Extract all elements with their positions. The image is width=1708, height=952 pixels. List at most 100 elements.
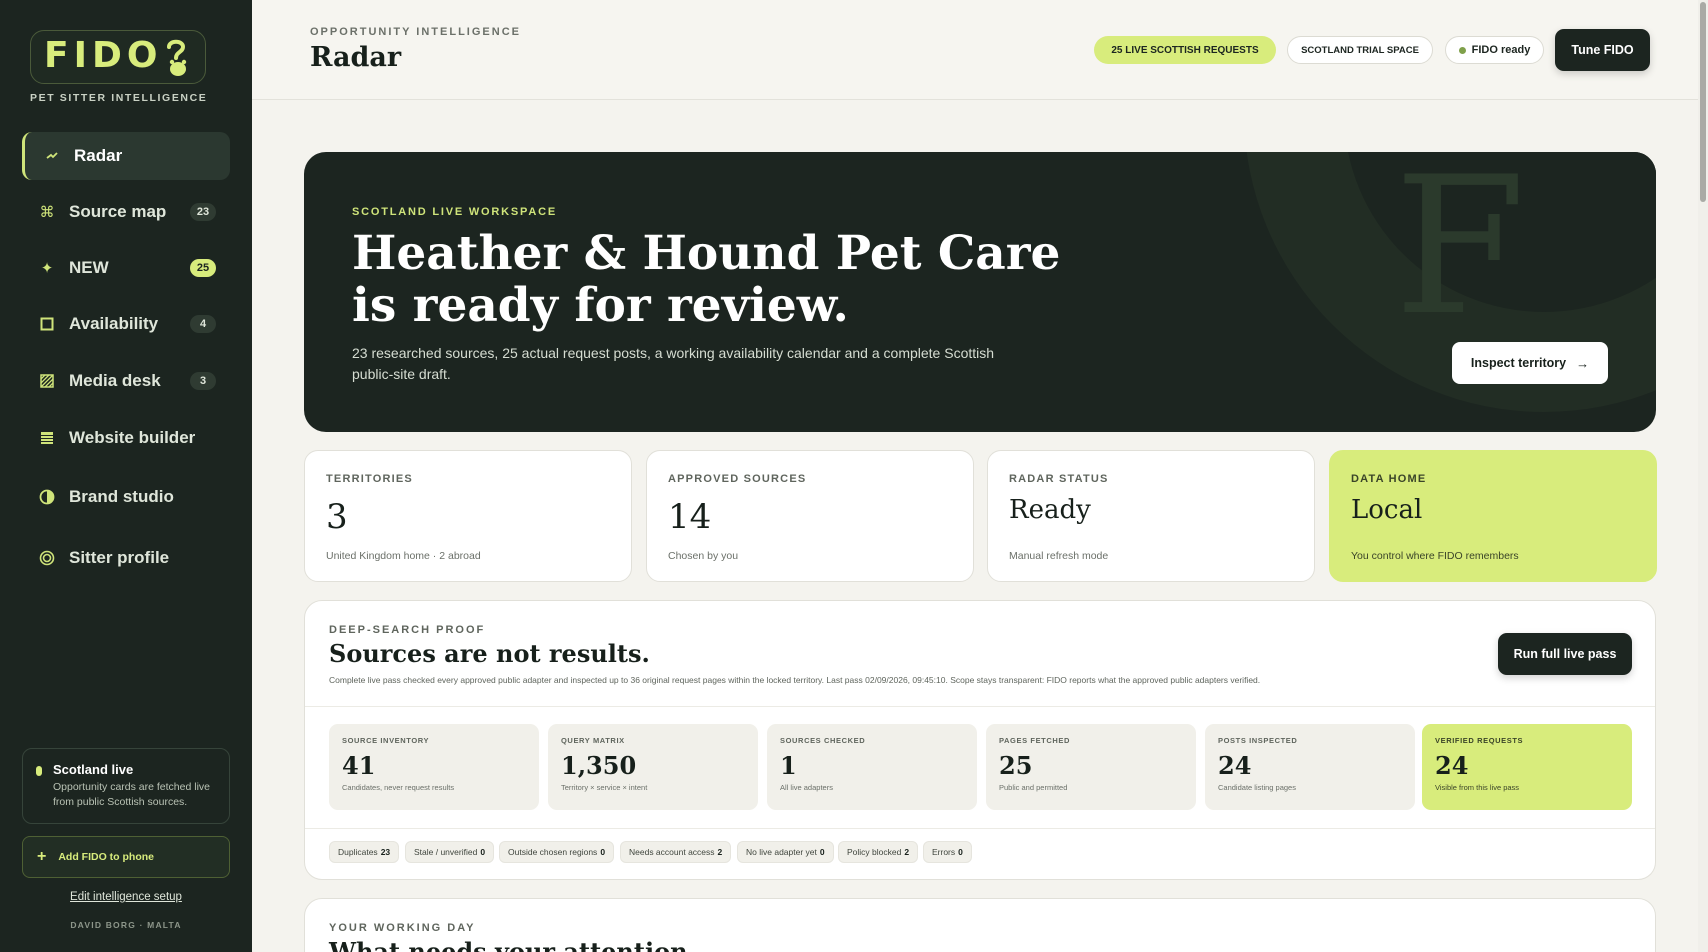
- sidebar-item-website-builder[interactable]: Website builder: [22, 414, 230, 462]
- status-dot-icon: [1458, 46, 1466, 54]
- metric-query-matrix: QUERY MATRIX 1,350 Territory × service ×…: [548, 724, 758, 810]
- hero-watermark: F: [1394, 152, 1526, 357]
- metric-note: Visible from this live pass: [1435, 783, 1520, 792]
- divider: [305, 706, 1655, 707]
- command-icon: ⌘: [39, 204, 55, 221]
- tune-fido-button[interactable]: Tune FIDO: [1555, 29, 1650, 71]
- stat-value: 3: [326, 497, 348, 537]
- count-badge: 23: [190, 203, 216, 221]
- sidebar-item-availability[interactable]: Availability 4: [22, 300, 230, 348]
- metric-note: All live adapters: [780, 783, 833, 792]
- page-title: Radar: [310, 42, 402, 73]
- sidebar-item-sitter-profile[interactable]: Sitter profile: [22, 534, 230, 582]
- count-badge: 25: [190, 259, 216, 277]
- stat-card-data-home[interactable]: DATA HOME Local You control where FIDO r…: [1329, 450, 1657, 582]
- user-footer: DAVID BORG · MALTA: [70, 920, 182, 930]
- stat-label: TERRITORIES: [326, 473, 413, 485]
- live-card-title: Scotland live: [53, 762, 134, 777]
- deep-search-proof-panel: DEEP-SEARCH PROOF Sources are not result…: [304, 600, 1656, 880]
- fido-ready-label: FIDO ready: [1471, 44, 1531, 56]
- metric-posts-inspected: POSTS INSPECTED 24 Candidate listing pag…: [1205, 724, 1415, 810]
- metric-value: 41: [342, 751, 376, 780]
- metric-label: PAGES FETCHED: [999, 736, 1071, 745]
- contrast-icon: [38, 488, 56, 506]
- metric-verified-requests: VERIFIED REQUESTS 24 Visible from this l…: [1422, 724, 1632, 810]
- scrollbar[interactable]: [1698, 0, 1708, 952]
- count-badge: 4: [190, 315, 216, 333]
- metric-sources-checked: SOURCES CHECKED 1 All live adapters: [767, 724, 977, 810]
- hero-description: 23 researched sources, 25 actual request…: [352, 345, 995, 382]
- brand-tagline: PET SITTER INTELLIGENCE: [30, 92, 208, 104]
- chip-outside-regions: Outside chosen regions 0: [499, 841, 615, 863]
- metric-label: SOURCES CHECKED: [780, 736, 866, 745]
- hero-title: Heather & Hound Pet Care is ready for re…: [352, 226, 1061, 333]
- square-icon: [38, 315, 56, 333]
- stat-label: APPROVED SOURCES: [668, 473, 807, 485]
- chip-no-live-adapter: No live adapter yet 0: [737, 841, 834, 863]
- radar-icon: [43, 147, 61, 165]
- sidebar-item-radar[interactable]: Radar: [22, 132, 230, 180]
- metric-note: Public and permitted: [999, 783, 1068, 792]
- page-header: OPPORTUNITY INTELLIGENCE Radar 25 LIVE S…: [252, 0, 1708, 100]
- metric-value: 1: [780, 751, 797, 780]
- inspect-territory-label: Inspect territory: [1470, 356, 1567, 370]
- metric-pages-fetched: PAGES FETCHED 25 Public and permitted: [986, 724, 1196, 810]
- sidebar-item-label: Website builder: [69, 428, 196, 447]
- stat-card-approved-sources[interactable]: APPROVED SOURCES 14 Chosen by you: [646, 450, 974, 582]
- stat-value: Ready: [1009, 495, 1091, 525]
- sidebar-item-media-desk[interactable]: Media desk 3: [22, 357, 230, 405]
- edit-intelligence-link[interactable]: Edit intelligence setup: [0, 891, 252, 903]
- working-day-eyebrow: YOUR WORKING DAY: [329, 922, 476, 934]
- sidebar-item-label: Sitter profile: [69, 548, 170, 567]
- sidebar-item-label: Source map: [69, 202, 167, 221]
- metric-label: POSTS INSPECTED: [1218, 736, 1298, 745]
- stat-label: DATA HOME: [1351, 473, 1427, 485]
- hatched-square-icon: [38, 372, 56, 390]
- metric-source-inventory: SOURCE INVENTORY 41 Candidates, never re…: [329, 724, 539, 810]
- add-to-phone-button[interactable]: + Add FIDO to phone: [22, 836, 230, 878]
- sidebar: FIDO PET SITTER INTELLIGENCE Radar ⌘ Sou…: [0, 0, 252, 952]
- inspect-territory-button[interactable]: Inspect territory →: [1452, 342, 1608, 384]
- layout-icon: [38, 429, 56, 447]
- chip-errors: Errors 0: [923, 841, 972, 863]
- working-day-panel: YOUR WORKING DAY What needs your attenti…: [304, 898, 1656, 952]
- metric-note: Candidates, never request results: [342, 783, 455, 792]
- logo-wordmark: FIDO: [44, 35, 163, 76]
- working-day-title: What needs your attention: [329, 937, 688, 952]
- sparkle-icon: ✦: [40, 260, 54, 277]
- fido-logo[interactable]: FIDO: [30, 30, 206, 84]
- arrow-right-icon: →: [1576, 355, 1590, 371]
- metric-value: 25: [999, 751, 1033, 780]
- sidebar-item-brand-studio[interactable]: Brand studio: [22, 473, 230, 521]
- stat-note: Manual refresh mode: [1009, 550, 1109, 562]
- metric-label: VERIFIED REQUESTS: [1435, 736, 1524, 745]
- live-card-text: Opportunity cards are fetched live from …: [53, 781, 210, 808]
- metric-label: QUERY MATRIX: [561, 736, 625, 745]
- scotland-live-card: Scotland live Opportunity cards are fetc…: [22, 748, 230, 824]
- dog-mark-icon: [167, 39, 187, 76]
- live-requests-badge[interactable]: 25 LIVE SCOTTISH REQUESTS: [1094, 36, 1276, 64]
- stat-label: RADAR STATUS: [1009, 473, 1109, 485]
- sidebar-item-new[interactable]: ✦ NEW 25: [22, 244, 230, 292]
- plus-icon: +: [37, 848, 47, 865]
- chip-needs-account-access: Needs account access 2: [620, 841, 732, 863]
- stat-value: 14: [668, 497, 712, 537]
- chip-stale-unverified: Stale / unverified 0: [405, 841, 495, 863]
- hero-banner: F SCOTLAND LIVE WORKSPACE Heather & Houn…: [304, 152, 1656, 432]
- sidebar-item-source-map[interactable]: ⌘ Source map 23: [22, 188, 230, 236]
- scrollbar-thumb[interactable]: [1700, 2, 1706, 202]
- live-status-dot: [36, 766, 42, 776]
- chip-duplicates: Duplicates 23: [329, 841, 400, 863]
- stat-card-radar-status[interactable]: RADAR STATUS Ready Manual refresh mode: [987, 450, 1315, 582]
- sidebar-item-label: NEW: [69, 258, 109, 277]
- proof-title: Sources are not results.: [329, 639, 650, 668]
- metric-label: SOURCE INVENTORY: [342, 736, 430, 745]
- add-to-phone-label: Add FIDO to phone: [58, 851, 154, 863]
- run-full-live-pass-button[interactable]: Run full live pass: [1498, 633, 1632, 675]
- stat-card-territories[interactable]: TERRITORIES 3 United Kingdom home · 2 ab…: [304, 450, 632, 582]
- ring-icon: [38, 549, 56, 567]
- trial-space-badge[interactable]: SCOTLAND TRIAL SPACE: [1287, 36, 1433, 64]
- proof-eyebrow: DEEP-SEARCH PROOF: [329, 624, 486, 636]
- metric-value: 24: [1435, 751, 1469, 780]
- fido-ready-badge[interactable]: FIDO ready: [1445, 36, 1544, 64]
